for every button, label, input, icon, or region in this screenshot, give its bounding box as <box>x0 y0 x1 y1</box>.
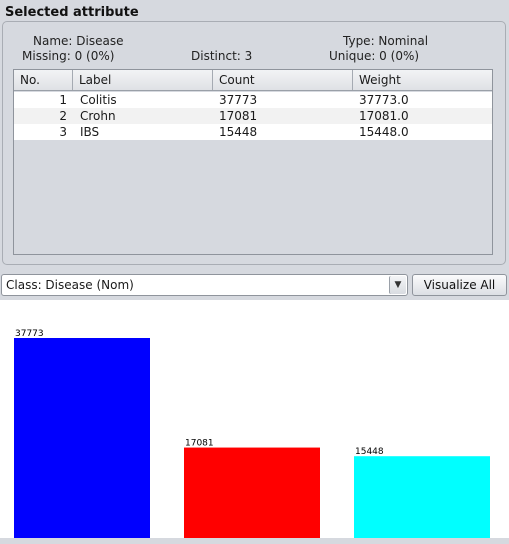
bar-value-label: 15448 <box>355 447 384 457</box>
cell-count: 37773 <box>219 93 258 107</box>
table-row[interactable]: 3 IBS 15448 15448.0 <box>14 124 492 140</box>
bar-ibs <box>354 456 490 538</box>
attribute-distinct: Distinct: 3 <box>191 49 253 63</box>
cell-label: Colitis <box>80 93 117 107</box>
cell-weight: 37773.0 <box>359 93 409 107</box>
cell-no: 2 <box>59 109 67 123</box>
cell-count: 17081 <box>219 109 258 123</box>
cell-no: 1 <box>59 93 67 107</box>
attribute-missing: Missing: 0 (0%) <box>22 49 115 63</box>
class-distribution-chart: 37773 17081 15448 <box>0 300 509 538</box>
bar-value-label: 17081 <box>185 439 214 449</box>
cell-weight: 17081.0 <box>359 109 409 123</box>
cell-count: 15448 <box>219 125 258 139</box>
bar-chart-svg: 37773 17081 15448 <box>14 329 490 538</box>
cell-no: 3 <box>59 125 67 139</box>
column-header-count[interactable]: Count <box>213 70 353 90</box>
visualize-all-button[interactable]: Visualize All <box>412 274 507 296</box>
class-attribute-dropdown[interactable]: Class: Disease (Nom) ▼ <box>1 274 408 296</box>
cell-label: IBS <box>80 125 100 139</box>
bar-crohn <box>184 447 320 538</box>
section-title: Selected attribute <box>5 5 139 20</box>
column-header-label[interactable]: Label <box>73 70 213 90</box>
attribute-unique: Unique: 0 (0%) <box>329 49 420 63</box>
bar-colitis <box>14 338 150 538</box>
bottom-border <box>0 538 509 544</box>
chevron-down-icon[interactable]: ▼ <box>389 276 406 294</box>
bar-value-label: 37773 <box>15 329 44 339</box>
table-row[interactable]: 1 Colitis 37773 37773.0 <box>14 92 492 108</box>
attribute-name: Name: Disease <box>33 34 124 48</box>
column-header-weight[interactable]: Weight <box>353 70 492 90</box>
class-dropdown-value: Class: Disease (Nom) <box>6 278 134 292</box>
attribute-type: Type: Nominal <box>343 34 429 48</box>
cell-weight: 15448.0 <box>359 125 409 139</box>
cell-label: Crohn <box>80 109 116 123</box>
table-row[interactable]: 2 Crohn 17081 17081.0 <box>14 108 492 124</box>
table-header: No. Label Count Weight <box>14 70 492 91</box>
attribute-values-table: No. Label Count Weight 1 Colitis 37773 3… <box>13 69 493 255</box>
column-header-no[interactable]: No. <box>14 70 73 90</box>
